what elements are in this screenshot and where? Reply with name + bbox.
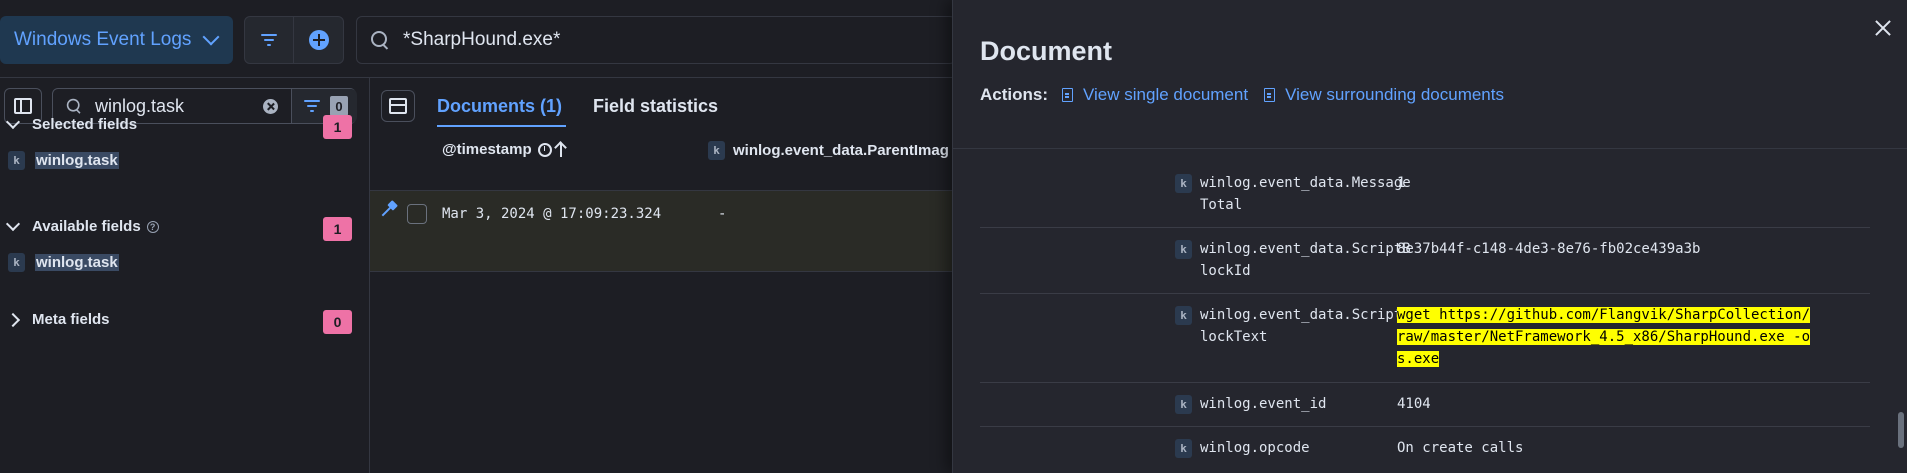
column-header-timestamp[interactable]: @timestamp	[442, 141, 562, 158]
table-row: k winlog.event_id 4104	[980, 383, 1870, 427]
query-text: *SharpHound.exe*	[403, 29, 561, 50]
search-icon	[371, 31, 389, 49]
table-icon	[389, 98, 407, 114]
field-item-available[interactable]: k winlog.task	[8, 253, 119, 272]
field-key-text: winlog.event_data.Message Total	[1200, 175, 1411, 213]
document-flyout: Document Actions: View single document V…	[952, 0, 1907, 473]
document-icon	[1264, 88, 1276, 102]
view-surrounding-documents-link[interactable]: View surrounding documents	[1264, 85, 1504, 105]
flyout-actions: Actions: View single document View surro…	[980, 85, 1520, 105]
tab-field-statistics[interactable]: Field statistics	[593, 96, 718, 117]
field-list-sidebar: winlog.task 0 Selected fields 1 k winlog…	[0, 78, 370, 473]
divider	[953, 148, 1907, 149]
field-key-text: winlog.opcode	[1200, 440, 1310, 456]
field-key: k winlog.opcode	[1175, 437, 1428, 459]
row-checkbox[interactable]	[407, 204, 427, 224]
app-root: Windows Event Logs *SharpHound.exe* winl…	[0, 0, 1907, 473]
keyword-type-icon: k	[8, 253, 25, 272]
meta-fields-count: 0	[323, 310, 352, 334]
column-header-parent-image[interactable]: k winlog.event_data.ParentImag	[708, 141, 949, 160]
table-row[interactable]: Mar 3, 2024 @ 17:09:23.324 -	[370, 190, 952, 272]
filter-count: 0	[330, 96, 348, 116]
flyout-title: Document	[980, 36, 1113, 66]
row-parent-image: -	[718, 206, 727, 222]
chevron-down-icon	[5, 216, 21, 231]
documents-panel: Documents (1) Field statistics @timestam…	[370, 78, 952, 473]
data-view-label: Windows Event Logs	[14, 29, 192, 50]
data-view-picker[interactable]: Windows Event Logs	[0, 16, 233, 64]
filter-options-button[interactable]	[244, 16, 294, 64]
field-value: On create calls	[1397, 440, 1524, 456]
search-icon	[66, 98, 81, 113]
selected-fields-count: 1	[323, 115, 352, 139]
link-label: View single document	[1083, 85, 1249, 104]
keyword-type-icon: k	[1175, 240, 1192, 259]
keyword-type-icon: k	[1175, 395, 1192, 414]
field-name: winlog.task	[35, 152, 119, 169]
chevron-down-icon	[5, 114, 21, 129]
field-value: 4104	[1397, 396, 1431, 412]
expand-row-icon[interactable]	[381, 203, 395, 217]
field-value: 1	[1397, 175, 1406, 191]
field-key: k winlog.event_data.ScriptB lockId	[1175, 238, 1428, 282]
scrollbar-thumb[interactable]	[1898, 412, 1904, 448]
query-input[interactable]: *SharpHound.exe*	[356, 16, 956, 64]
field-search-value: winlog.task	[95, 95, 185, 116]
column-label: @timestamp	[442, 141, 532, 158]
available-fields-toggle[interactable]: Available fields ?	[5, 216, 159, 235]
clear-icon[interactable]	[263, 99, 278, 114]
table-row: k winlog.opcode On create calls	[980, 427, 1870, 471]
field-name: winlog.task	[35, 254, 119, 271]
available-fields-label: Available fields	[32, 218, 141, 235]
field-key-text: winlog.event_data.ScriptB lockId	[1200, 241, 1411, 279]
keyword-type-icon: k	[1175, 174, 1192, 193]
field-key: k winlog.event_id	[1175, 393, 1428, 415]
plus-circle-icon	[308, 30, 329, 50]
chevron-down-icon	[202, 28, 220, 46]
keyword-type-icon: k	[708, 141, 725, 160]
field-key: k winlog.event_data.Message Total	[1175, 172, 1428, 216]
document-icon	[1062, 88, 1073, 102]
table-row: k winlog.event_data.ScriptB lockId 8e37b…	[980, 228, 1870, 294]
row-timestamp: Mar 3, 2024 @ 17:09:23.324	[442, 206, 662, 222]
field-key-text: winlog.event_data.ScriptB lockText	[1200, 307, 1411, 345]
table-row: k winlog.event_data.Message Total 1	[980, 162, 1870, 228]
keyword-type-icon: k	[8, 151, 25, 170]
search-highlight: wget https://github.com/Flangvik/SharpCo…	[1397, 307, 1811, 367]
sidebar-collapse-icon	[14, 98, 32, 114]
field-value: 8e37b44f-c148-4de3-8e76-fb02ce439a3b	[1397, 241, 1701, 257]
clock-icon	[537, 142, 552, 157]
actions-label: Actions:	[980, 85, 1048, 104]
field-value-highlighted: wget https://github.com/Flangvik/SharpCo…	[1397, 304, 1817, 370]
chevron-right-icon	[5, 312, 21, 327]
grid-options-button[interactable]	[381, 90, 415, 122]
selected-fields-label: Selected fields	[32, 116, 138, 133]
meta-fields-toggle[interactable]: Meta fields	[5, 311, 110, 328]
add-filter-button[interactable]	[294, 16, 344, 64]
keyword-type-icon: k	[1175, 439, 1192, 458]
column-label: winlog.event_data.ParentImag	[733, 142, 949, 159]
field-item-selected[interactable]: k winlog.task	[8, 151, 119, 170]
link-label: View surrounding documents	[1285, 85, 1504, 104]
available-fields-count: 1	[323, 217, 352, 241]
tab-documents[interactable]: Documents (1)	[437, 96, 567, 127]
table-row: k winlog.event_data.ScriptB lockText wge…	[980, 294, 1870, 383]
sort-ascending-icon[interactable]	[559, 142, 562, 157]
help-icon[interactable]: ?	[146, 220, 159, 233]
view-single-document-link[interactable]: View single document	[1062, 85, 1248, 105]
field-key: k winlog.event_data.ScriptB lockText	[1175, 304, 1428, 348]
keyword-type-icon: k	[1175, 306, 1192, 325]
meta-fields-label: Meta fields	[32, 311, 110, 328]
filter-icon	[261, 33, 277, 47]
selected-fields-toggle[interactable]: Selected fields	[5, 114, 138, 133]
filter-icon	[304, 99, 320, 113]
close-icon[interactable]	[1875, 20, 1891, 36]
field-key-text: winlog.event_id	[1200, 396, 1327, 412]
